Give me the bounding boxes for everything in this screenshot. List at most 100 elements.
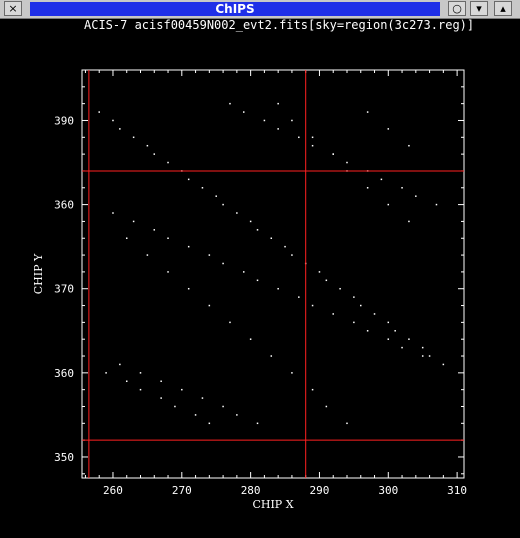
data-point	[132, 220, 135, 223]
data-point	[242, 271, 245, 273]
data-point	[339, 287, 341, 290]
data-point	[160, 397, 162, 399]
data-point	[298, 136, 300, 139]
data-point	[366, 330, 369, 332]
data-point	[208, 304, 211, 307]
data-point	[208, 422, 211, 425]
y-tick-label: 360	[54, 367, 74, 380]
data-point	[353, 321, 355, 324]
data-point	[332, 313, 334, 315]
data-point	[263, 119, 266, 122]
data-point	[311, 304, 314, 307]
data-point	[270, 355, 273, 357]
data-point	[256, 229, 259, 231]
data-point	[146, 144, 149, 147]
data-point	[373, 313, 376, 315]
data-point	[360, 304, 362, 307]
data-point	[112, 212, 114, 214]
x-tick-label: 260	[103, 484, 123, 497]
data-point	[119, 128, 121, 130]
data-point	[277, 128, 279, 130]
data-point	[291, 372, 293, 374]
data-point	[222, 262, 224, 265]
data-point	[270, 237, 273, 239]
data-point	[242, 111, 245, 113]
data-point	[442, 363, 445, 366]
data-point	[408, 144, 410, 147]
y-tick-label: 390	[54, 114, 74, 127]
data-point	[98, 111, 100, 113]
data-point	[236, 414, 238, 416]
data-point	[421, 355, 424, 357]
data-point	[153, 229, 156, 231]
data-point	[249, 338, 252, 340]
data-point	[311, 388, 314, 391]
data-point	[332, 153, 334, 155]
x-tick-label: 290	[310, 484, 330, 497]
data-point	[146, 254, 149, 256]
y-tick-label: 370	[54, 283, 74, 296]
data-point	[428, 355, 431, 357]
data-point	[215, 195, 217, 197]
y-axis-label: CHIP Y	[32, 253, 45, 294]
data-point	[277, 102, 279, 105]
data-point	[387, 128, 390, 130]
data-point	[201, 187, 204, 189]
data-point	[187, 287, 190, 290]
x-tick-label: 270	[172, 484, 192, 497]
data-point	[167, 237, 169, 239]
data-point	[236, 212, 238, 214]
data-point	[311, 144, 314, 147]
data-point	[201, 397, 204, 399]
x-tick-label: 310	[447, 484, 467, 497]
data-point	[421, 346, 424, 349]
data-point	[325, 405, 328, 408]
data-point	[105, 372, 107, 374]
x-axis-label: CHIP X	[252, 498, 293, 511]
data-point	[125, 237, 128, 239]
data-point	[284, 245, 286, 248]
scatter-plot: 260 270 280 290 300 310 350 360 370 360 390 CHIP X C…	[32, 69, 467, 511]
data-point	[394, 330, 396, 332]
data-point	[401, 346, 403, 349]
data-point	[139, 372, 142, 374]
data-point	[160, 380, 162, 383]
data-point	[208, 254, 211, 256]
data-point	[325, 279, 328, 282]
data-point	[222, 203, 224, 206]
data-point	[194, 414, 197, 416]
data-point	[311, 136, 314, 139]
data-point	[167, 161, 169, 164]
data-point	[346, 161, 348, 164]
data-point	[387, 321, 390, 324]
plot-root: 260 270 280 290 300 310 350 360 370 360 390 CHIP X C…	[32, 69, 467, 511]
x-tick-label: 300	[378, 484, 398, 497]
y-tick-label: 350	[54, 451, 74, 464]
data-point	[366, 111, 369, 113]
data-point	[346, 422, 348, 425]
data-point	[119, 363, 121, 366]
data-point	[298, 296, 300, 298]
data-point	[112, 119, 114, 122]
x-tick-label: 280	[241, 484, 261, 497]
data-point	[291, 254, 293, 256]
data-point	[408, 220, 410, 223]
data-point	[366, 187, 369, 189]
data-point	[256, 279, 259, 282]
data-point	[139, 388, 142, 391]
data-point	[408, 338, 410, 340]
data-point	[387, 203, 390, 206]
data-point	[229, 102, 231, 105]
data-point	[318, 271, 321, 273]
data-point	[187, 178, 190, 181]
data-point	[401, 187, 403, 189]
data-point	[387, 338, 390, 340]
data-point	[415, 195, 417, 197]
data-point	[222, 405, 224, 408]
y-tick-label: 360	[54, 199, 74, 212]
data-point	[353, 296, 355, 298]
data-point	[153, 153, 156, 155]
data-point	[132, 136, 135, 139]
data-point	[187, 245, 190, 248]
data-point	[249, 220, 252, 223]
